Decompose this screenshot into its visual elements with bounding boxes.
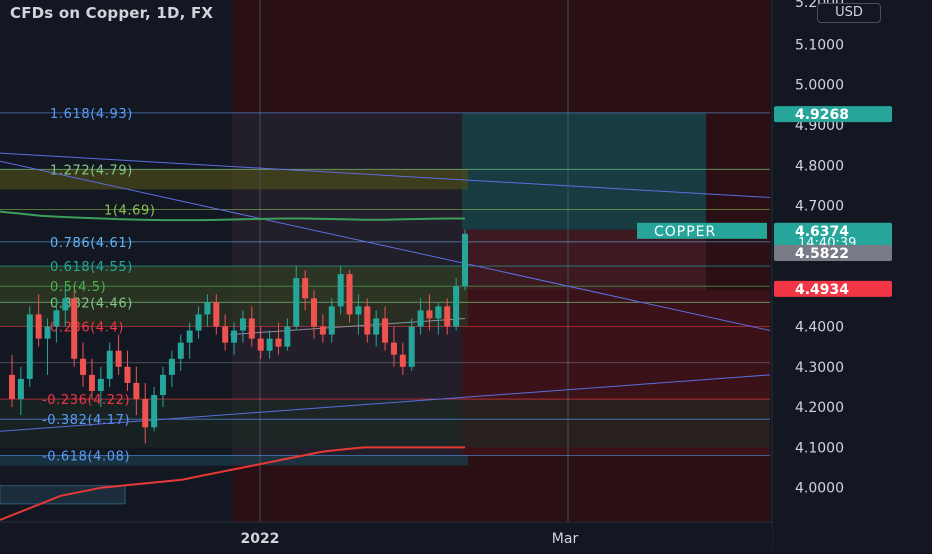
candle-body-16 [151, 395, 158, 428]
price-chart[interactable]: 1.618(4.93) 1.272(4.79) 1(4.69) 0.786(4.61)… [0, 0, 932, 550]
fib-label-11: -0.618(4.08) [42, 449, 130, 464]
candle-body-35 [319, 326, 326, 335]
candle-body-43 [390, 342, 397, 355]
candle-body-15 [142, 399, 149, 428]
candle-body-29 [266, 338, 273, 351]
candle-body-28 [257, 338, 264, 351]
candle-body-6 [62, 298, 69, 311]
fib-label-7: 0.236(4.4) [50, 321, 124, 336]
fib-label-2: 1(4.69) [104, 204, 156, 219]
symbol-tag-label: COPPER [654, 224, 716, 240]
time-label-1: Mar [552, 531, 579, 547]
candle-body-0 [9, 374, 15, 400]
fib-label-10: -0.382(4.17) [42, 413, 130, 428]
price-tick-6: 4.8000 [795, 158, 844, 174]
candle-body-46 [417, 310, 424, 327]
candle-body-44 [399, 354, 406, 367]
candle-body-8 [80, 358, 87, 375]
candle-body-32 [293, 278, 300, 327]
candle-body-45 [408, 326, 415, 367]
price-tick-3: 4.3000 [795, 360, 844, 376]
fib-label-1: 1.272(4.79) [50, 163, 133, 178]
price-tag-label-0: 4.9268 [795, 107, 849, 123]
price-tick-2: 4.2000 [795, 400, 844, 416]
fib-label-5: 0.5(4.5) [50, 280, 106, 295]
candle-body-40 [364, 306, 371, 335]
candle-body-18 [168, 358, 175, 375]
price-tick-4: 4.4000 [795, 320, 844, 336]
candle-body-38 [346, 274, 353, 315]
candle-body-1 [17, 378, 24, 400]
candle-body-11 [106, 350, 113, 379]
target-zone [462, 112, 706, 230]
candle-body-25 [231, 330, 238, 343]
price-tick-9: 5.1000 [795, 37, 844, 53]
fib-label-0: 1.618(4.93) [50, 107, 133, 122]
candle-body-3 [35, 314, 42, 339]
fib-label-3: 0.786(4.61) [50, 236, 133, 251]
candle-body-26 [239, 318, 246, 331]
candle-body-49 [444, 306, 451, 327]
candle-body-2 [26, 314, 33, 379]
chart-title: CFDs on Copper, 1D, FX [10, 4, 214, 22]
candle-body-36 [328, 306, 335, 335]
candle-body-23 [213, 302, 220, 327]
candle-body-48 [435, 306, 442, 319]
candle-body-21 [195, 314, 202, 331]
fib-label-4: 0.618(4.55) [50, 260, 133, 275]
time-label-0: 2022 [241, 531, 280, 547]
price-tick-8: 5.0000 [795, 78, 844, 94]
price-tick-0: 4.0000 [795, 481, 844, 497]
candle-body-10 [97, 378, 104, 391]
price-tag-label-2: 4.5822 [795, 246, 849, 262]
candle-body-12 [115, 350, 122, 367]
candle-body-51 [462, 233, 468, 287]
candle-body-22 [204, 302, 211, 315]
candle-body-17 [160, 374, 166, 396]
candle-body-42 [382, 318, 389, 343]
candle-body-50 [453, 286, 460, 327]
chart-area[interactable]: 1.618(4.93) 1.272(4.79) 1(4.69) 0.786(4.61)… [0, 0, 932, 550]
fib-label-9: -0.236(4.22) [42, 393, 130, 408]
time-axis [0, 522, 772, 550]
currency-button[interactable]: USD [817, 3, 881, 23]
candle-body-33 [302, 278, 309, 299]
candle-body-34 [311, 298, 317, 327]
candle-body-13 [124, 366, 131, 383]
candle-body-30 [275, 338, 282, 347]
candle-body-47 [426, 310, 433, 319]
candle-body-9 [88, 374, 95, 391]
candle-body-31 [284, 326, 291, 347]
candle-body-19 [177, 342, 184, 359]
price-tag-label-3: 4.4934 [795, 282, 849, 298]
candle-body-20 [186, 330, 193, 343]
price-tick-5: 4.7000 [795, 199, 844, 215]
candle-body-4 [44, 326, 51, 339]
candle-body-24 [222, 326, 229, 343]
candle-body-27 [248, 318, 255, 339]
candle-body-7 [71, 298, 78, 359]
price-tick-1: 4.1000 [795, 440, 844, 456]
candle-body-14 [133, 382, 140, 400]
candle-body-37 [337, 274, 344, 307]
candle-body-5 [53, 310, 60, 327]
candle-body-39 [355, 306, 362, 315]
candle-body-41 [373, 318, 380, 335]
